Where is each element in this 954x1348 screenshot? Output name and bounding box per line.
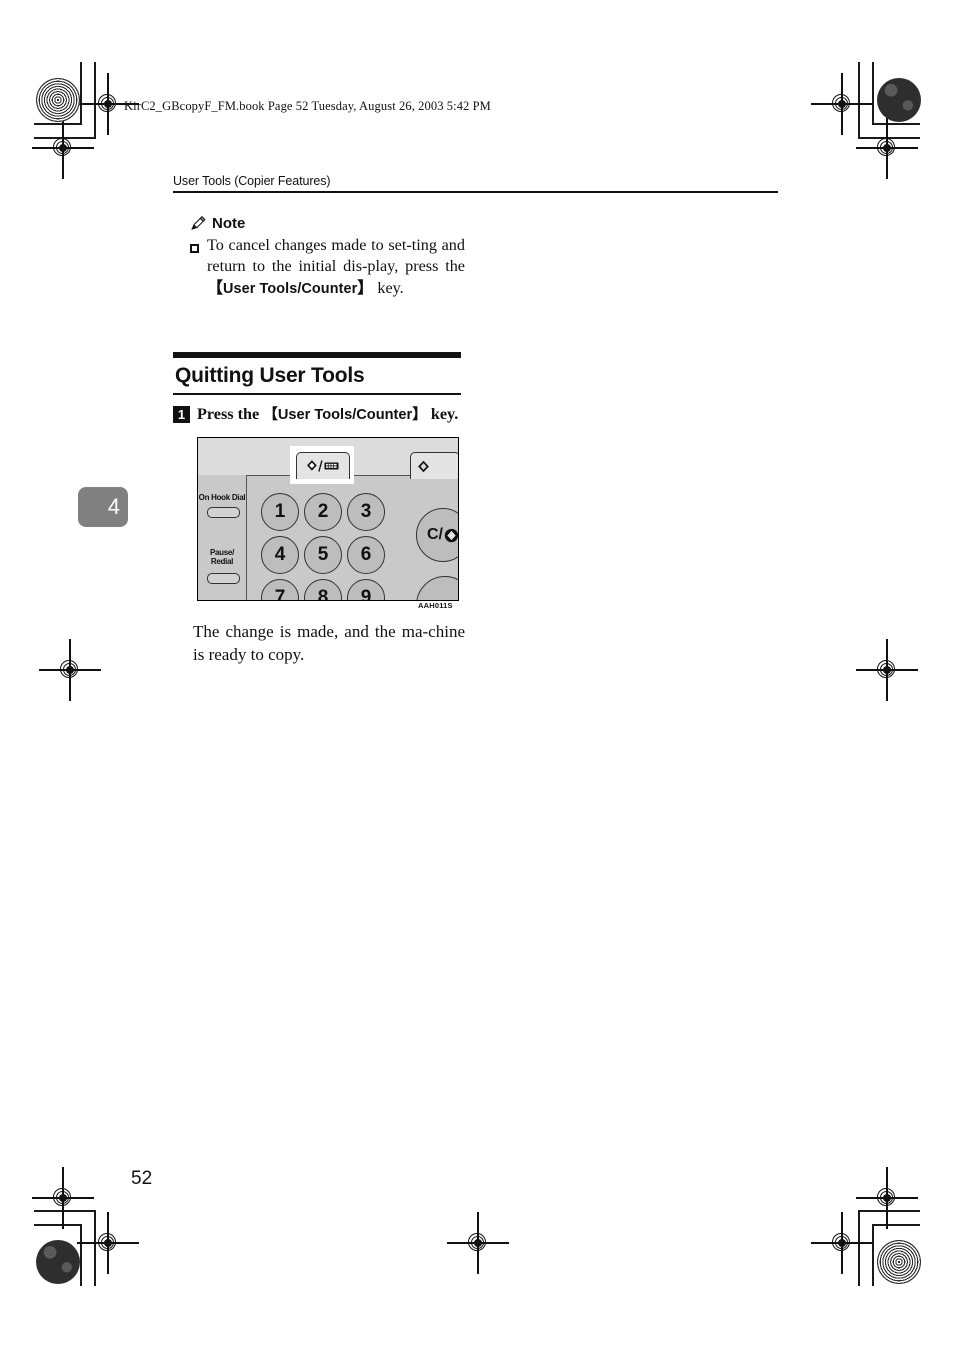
numeric-key-4-label: 4: [274, 544, 286, 565]
crop-line-top-right-v: [858, 62, 860, 138]
registration-mark-right-middle: [856, 639, 918, 701]
crop-line-bottom-left-v2: [80, 1224, 82, 1286]
diamond-icon: [417, 460, 429, 472]
numeric-key-8[interactable]: 8: [304, 579, 342, 601]
note-bracket-close: 】: [357, 279, 374, 297]
pause-redial-label-line2: Redial: [210, 556, 234, 566]
note-text-part1: To cancel changes made to set-ting and r…: [207, 236, 465, 276]
note-block: Note To cancel changes made to set-ting …: [190, 215, 465, 299]
numeric-key-9[interactable]: 9: [347, 579, 385, 601]
step-item: 1 Press the 【User Tools/Counter】 key.: [173, 403, 458, 424]
on-hook-dial-label-text: On Hook Dial: [198, 493, 246, 502]
after-figure-paragraph: The change is made, and the ma-chine is …: [193, 622, 465, 664]
stop-diamond-icon: [444, 528, 458, 542]
user-tools-counter-button[interactable]: [296, 452, 350, 479]
start-key[interactable]: [416, 576, 458, 600]
registration-mark-left-middle: [39, 639, 101, 701]
numeric-key-4[interactable]: 4: [261, 536, 299, 574]
running-header: User Tools (Copier Features): [173, 174, 778, 193]
crop-line-bottom-left-h2: [34, 1224, 82, 1226]
registration-mark-bottom-left: [32, 1167, 94, 1229]
panel-right-tab-button[interactable]: [410, 452, 458, 479]
step-text: Press the 【User Tools/Counter】 key.: [197, 403, 458, 424]
registration-mark-bottom-right: [811, 1212, 873, 1274]
on-hook-dial-key[interactable]: [207, 507, 240, 518]
note-text-part2: key.: [373, 278, 404, 297]
clear-stop-key-label: C/: [427, 526, 443, 543]
numeric-key-3-label: 3: [360, 501, 372, 522]
numeric-key-7-label: 7: [274, 587, 286, 601]
density-patch-bottom-right: [877, 1240, 921, 1284]
numeric-key-6-label: 6: [360, 544, 372, 565]
note-text: To cancel changes made to set-ting and r…: [207, 235, 465, 299]
pencil-icon: [191, 216, 206, 230]
registration-mark-bottom-center: [447, 1212, 509, 1274]
clear-stop-key[interactable]: C/: [416, 508, 458, 562]
numeric-key-9-label: 9: [360, 587, 372, 601]
chapter-tab-number: 4: [107, 494, 120, 519]
section-title: Quitting User Tools: [175, 364, 365, 387]
density-patch-bottom-left: [36, 1240, 80, 1284]
control-panel-figure: On Hook Dial Pause/ Redial 1 2 3 4 5 6 7…: [197, 437, 459, 601]
numeric-key-2[interactable]: 2: [304, 493, 342, 531]
crop-line-top-left-h2: [34, 123, 82, 125]
figure-caption: AAH011S: [418, 601, 453, 610]
step-text-after: key.: [426, 405, 459, 423]
density-patch-top-left: [36, 78, 80, 122]
numeric-key-1[interactable]: 1: [261, 493, 299, 531]
hollow-square-bullet-icon: [190, 244, 199, 253]
numeric-key-1-label: 1: [274, 501, 286, 522]
book-file-line: KirC2_GBcopyF_FM.book Page 52 Tuesday, A…: [124, 99, 491, 113]
page-number: 52: [131, 1168, 153, 1189]
note-key-name: User Tools/Counter: [223, 280, 358, 297]
numeric-key-7[interactable]: 7: [261, 579, 299, 601]
numeric-key-6[interactable]: 6: [347, 536, 385, 574]
crop-line-top-right-h2: [872, 123, 920, 125]
registration-mark-top-right: [811, 73, 873, 135]
numeric-key-2-label: 2: [317, 501, 329, 522]
step-bracket-close: 】: [412, 407, 427, 423]
note-bracket-open: 【: [207, 279, 224, 297]
registration-mark-top-right-2: [856, 117, 918, 179]
numeric-key-3[interactable]: 3: [347, 493, 385, 531]
registration-mark-bottom-left-2: [77, 1212, 139, 1274]
registration-mark-bottom-right-2: [856, 1167, 918, 1229]
numeric-key-5[interactable]: 5: [304, 536, 342, 574]
step-number-badge: 1: [173, 406, 190, 423]
running-header-rule: [173, 191, 778, 193]
crop-line-bottom-right-v: [858, 1210, 860, 1286]
registration-mark-top-left-2: [77, 73, 139, 135]
chapter-tab: 4: [78, 487, 128, 527]
numeric-key-5-label: 5: [317, 544, 329, 565]
pause-redial-label: Pause/ Redial: [198, 548, 246, 566]
registration-mark-top-left: [32, 117, 94, 179]
on-hook-dial-label: On Hook Dial: [198, 493, 246, 503]
pause-redial-key[interactable]: [207, 573, 240, 584]
section-rule-bottom: [173, 392, 461, 395]
step-text-before: Press the: [197, 405, 264, 423]
crop-line-bottom-right-h2: [872, 1224, 920, 1226]
step-key-name: User Tools/Counter: [277, 407, 413, 423]
crop-line-bottom-right-v2: [872, 1224, 874, 1286]
running-header-text: User Tools (Copier Features): [173, 174, 331, 188]
crop-line-top-left-v2: [80, 62, 82, 124]
step-bracket-open: 【: [263, 407, 278, 423]
user-tools-counter-icon: [307, 460, 339, 472]
note-heading: Note: [190, 215, 465, 231]
density-patch-top-right: [877, 78, 921, 122]
crop-line-top-right-v2: [872, 62, 874, 124]
note-item: To cancel changes made to set-ting and r…: [190, 235, 465, 299]
note-label: Note: [212, 215, 246, 232]
section-heading: Quitting User Tools: [173, 352, 461, 395]
numeric-key-8-label: 8: [317, 587, 329, 601]
